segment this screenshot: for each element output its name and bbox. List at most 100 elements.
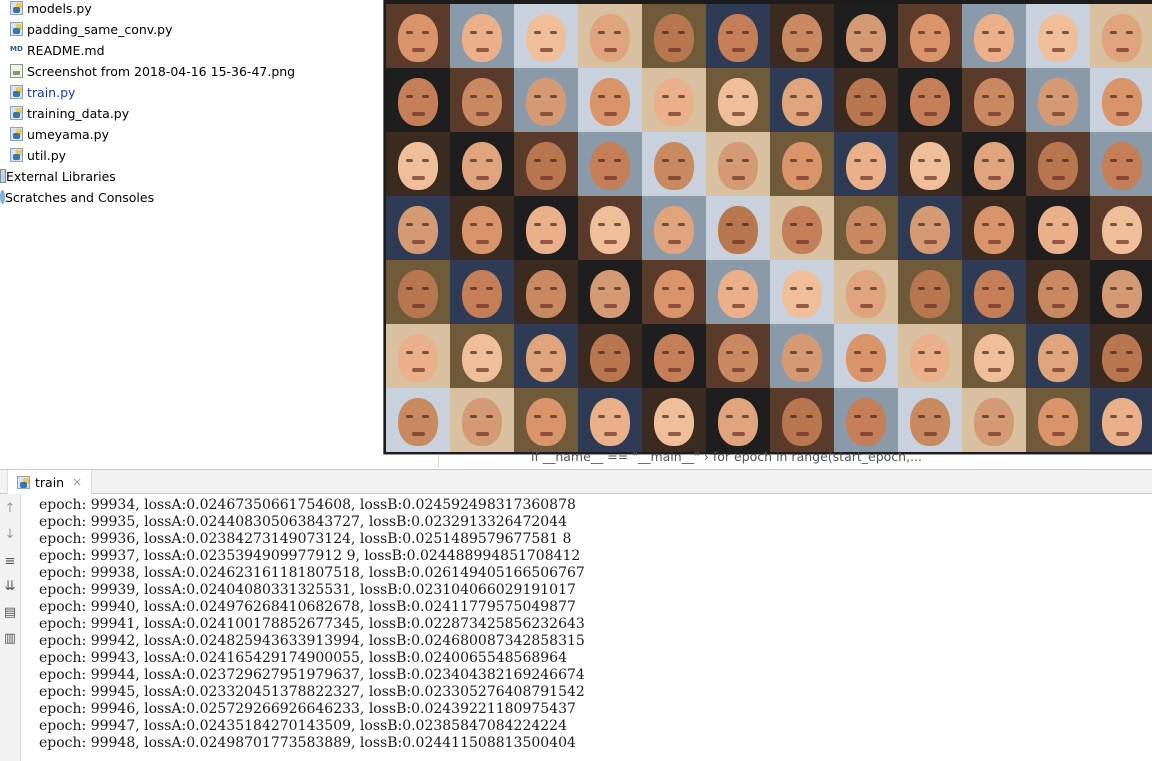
console-line: epoch: 99943, lossA:0.024165429174900055…: [39, 650, 567, 666]
face-thumbnail: [962, 324, 1026, 388]
face-thumbnail: [706, 324, 770, 388]
console-line: epoch: 99944, lossA:0.023729627951979637…: [39, 667, 585, 683]
tree-item-label: util.py: [27, 147, 67, 163]
face-thumbnail: [642, 132, 706, 196]
tree-item-screenshot-png[interactable]: Screenshot from 2018-04-16 15-36-47.png: [10, 61, 295, 81]
tree-item-util-py[interactable]: util.py: [10, 145, 66, 165]
tree-item-label: umeyama.py: [27, 126, 109, 142]
soft-wrap-icon[interactable]: ≡: [2, 553, 18, 569]
trash-icon[interactable]: ▥: [2, 630, 18, 646]
tree-item-scratches-and-consoles[interactable]: Scratches and Consoles: [0, 187, 154, 207]
face-thumbnail: [1026, 68, 1090, 132]
face-thumbnail: [1026, 324, 1090, 388]
face-thumbnail: [1026, 132, 1090, 196]
face-thumbnail: [386, 324, 450, 388]
face-thumbnail: [450, 324, 514, 388]
tab-train-label: train: [35, 474, 65, 490]
face-thumbnail: [898, 196, 962, 260]
python-file-icon: [10, 127, 23, 141]
tree-item-padding-same-conv-py[interactable]: padding_same_conv.py: [10, 19, 173, 39]
library-icon: [0, 169, 6, 183]
console-line: epoch: 99939, lossA:0.02404080331325531,…: [39, 582, 576, 598]
scroll-to-end-icon[interactable]: ⇊: [2, 578, 18, 594]
up-arrow-icon[interactable]: ↑: [2, 500, 18, 516]
face-thumbnail: [450, 260, 514, 324]
print-icon[interactable]: ▤: [2, 604, 18, 620]
face-thumbnail: [770, 68, 834, 132]
face-thumbnail: [578, 68, 642, 132]
face-thumbnail: [386, 388, 450, 452]
markdown-file-icon: MD: [10, 45, 23, 53]
face-thumbnail: [578, 260, 642, 324]
face-thumbnail: [386, 132, 450, 196]
face-thumbnail: [962, 132, 1026, 196]
tree-item-external-libraries[interactable]: External Libraries: [0, 166, 116, 186]
face-thumbnail: [962, 68, 1026, 132]
face-thumbnail: [642, 260, 706, 324]
project-tree: models.py padding_same_conv.py MD README…: [0, 0, 384, 458]
face-thumbnail: [1026, 4, 1090, 68]
face-thumbnail: [706, 68, 770, 132]
tree-item-label: Scratches and Consoles: [5, 189, 155, 205]
console-line: epoch: 99940, lossA:0.024976268410682678…: [39, 599, 576, 615]
tree-item-label: models.py: [27, 0, 92, 16]
face-thumbnail: [770, 388, 834, 452]
tree-item-models-py[interactable]: models.py: [10, 0, 92, 18]
face-thumbnail: [1090, 4, 1152, 68]
console-line: epoch: 99937, lossA:0.0235394909977912 9…: [39, 548, 581, 564]
tree-item-label: Screenshot from 2018-04-16 15-36-47.png: [27, 63, 296, 79]
face-thumbnail: [1026, 260, 1090, 324]
face-thumbnail: [578, 388, 642, 452]
breadcrumb-divider: [438, 455, 439, 468]
face-thumbnail: [962, 4, 1026, 68]
face-thumbnail: [706, 132, 770, 196]
face-thumbnail: [514, 68, 578, 132]
tree-item-training-data-py[interactable]: training_data.py: [10, 103, 129, 123]
close-icon[interactable]: ×: [72, 475, 82, 489]
face-thumbnail: [770, 196, 834, 260]
face-thumbnail: [386, 4, 450, 68]
face-thumbnail: [1090, 388, 1152, 452]
face-thumbnail: [386, 68, 450, 132]
console-line: epoch: 99945, lossA:0.023320451378822327…: [39, 684, 585, 700]
tree-item-readme-md[interactable]: MD README.md: [10, 40, 105, 60]
face-thumbnail: [898, 68, 962, 132]
console-line: epoch: 99935, lossA:0.024408305063843727…: [39, 514, 567, 530]
face-thumbnail: [642, 324, 706, 388]
face-thumbnail: [898, 132, 962, 196]
face-thumbnail: [642, 4, 706, 68]
console-line: epoch: 99934, lossA:0.02467350661754608,…: [39, 497, 576, 513]
face-thumbnail: [578, 4, 642, 68]
tree-item-label: External Libraries: [6, 168, 116, 184]
face-thumbnail: [898, 260, 962, 324]
tree-item-umeyama-py[interactable]: umeyama.py: [10, 124, 109, 144]
face-thumbnail: [898, 324, 962, 388]
down-arrow-icon[interactable]: ↓: [2, 526, 18, 542]
face-thumbnail: [834, 132, 898, 196]
tree-item-label: train.py: [27, 84, 76, 100]
python-file-icon: [10, 1, 23, 15]
face-thumbnail: [514, 132, 578, 196]
face-thumbnail: [1090, 324, 1152, 388]
console-output[interactable]: epoch: 99934, lossA:0.02467350661754608,…: [21, 494, 1152, 761]
face-thumbnail: [450, 132, 514, 196]
tree-item-train-py[interactable]: train.py: [10, 82, 75, 102]
python-file-icon: [10, 85, 23, 99]
editor-breadcrumb[interactable]: if __name__ == "__main__" › for epoch in…: [531, 449, 922, 464]
face-thumbnail: [450, 4, 514, 68]
face-thumbnail: [1090, 132, 1152, 196]
face-thumbnail: [514, 260, 578, 324]
face-thumbnail: [962, 388, 1026, 452]
console-line: epoch: 99947, lossA:0.02435184270143509,…: [39, 718, 567, 734]
face-thumbnail: [514, 324, 578, 388]
image-viewer-window: [383, 0, 1152, 455]
face-thumbnail: [706, 4, 770, 68]
face-thumbnail: [770, 324, 834, 388]
face-thumbnail-grid: [386, 4, 1152, 452]
face-thumbnail: [706, 196, 770, 260]
face-thumbnail: [1090, 68, 1152, 132]
console-line: epoch: 99936, lossA:0.02384273149073124,…: [39, 531, 572, 547]
tab-train[interactable]: train ×: [7, 470, 93, 494]
python-file-icon: [10, 106, 23, 120]
face-thumbnail: [578, 196, 642, 260]
